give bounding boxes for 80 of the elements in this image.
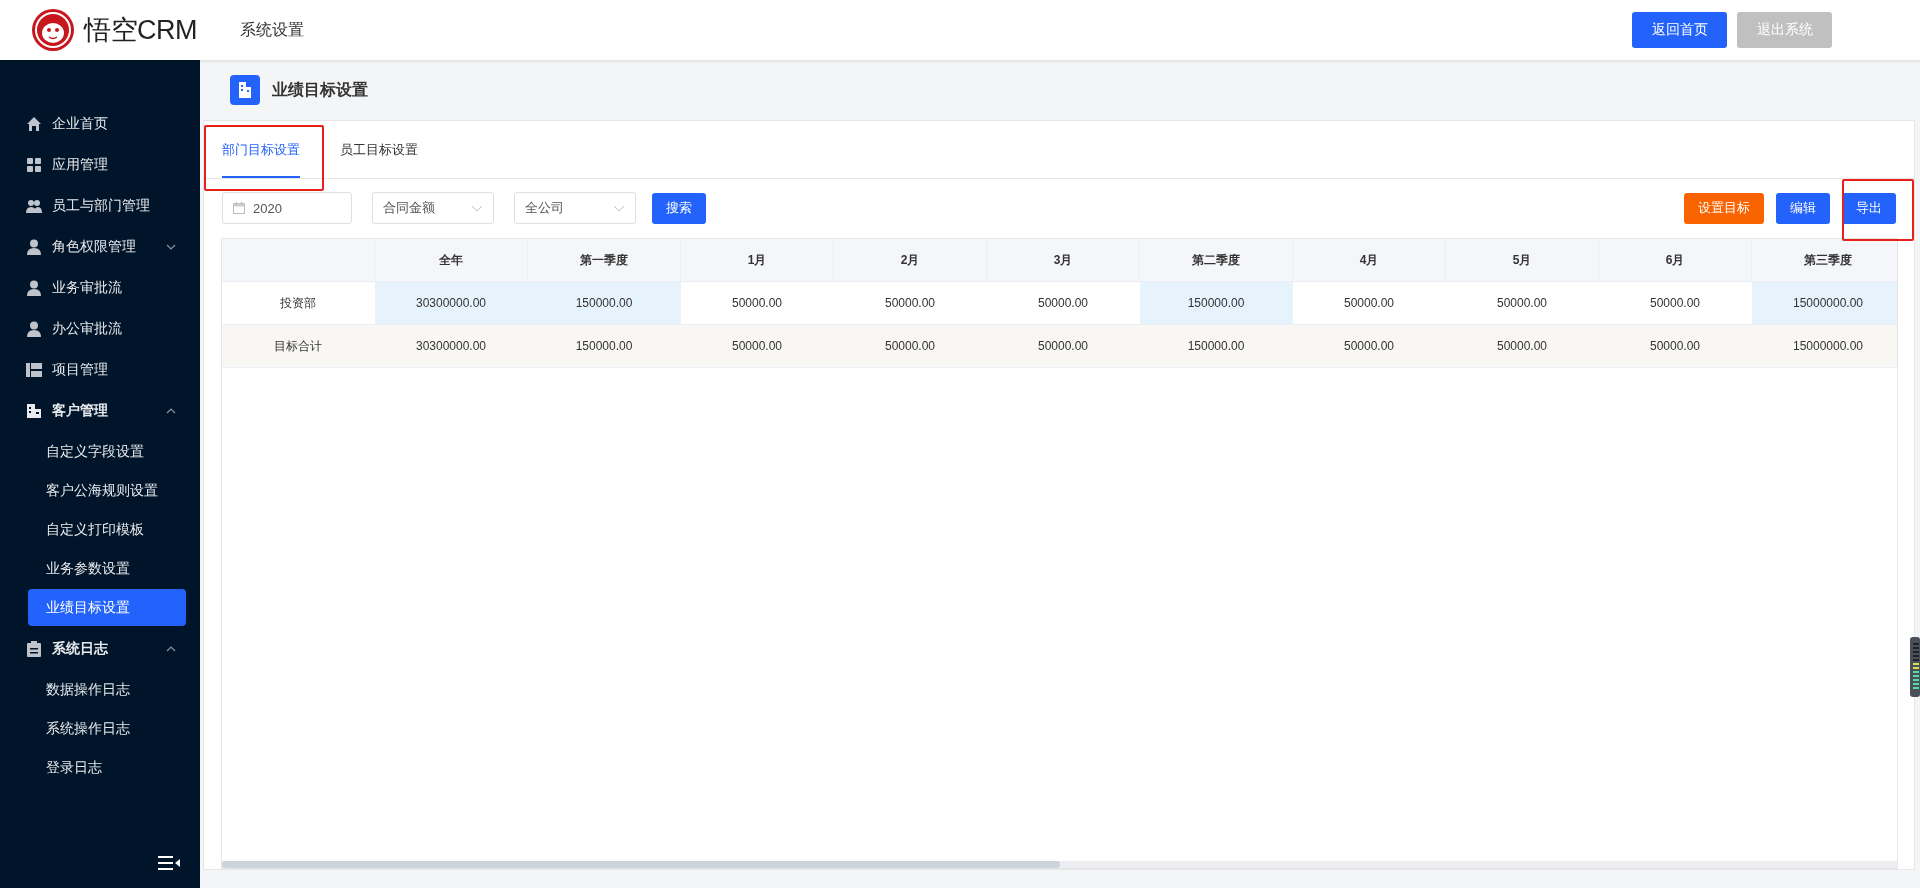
column-header: 6月 — [1598, 239, 1752, 282]
chevron-down-icon — [471, 204, 483, 212]
table-cell: 50000.00 — [1445, 324, 1599, 368]
table-cell: 15000000.00 — [1751, 281, 1897, 325]
calendar-icon — [233, 202, 245, 214]
table-cell: 50000.00 — [986, 281, 1140, 325]
column-header: 第二季度 — [1139, 239, 1293, 282]
action-button[interactable]: 编辑 — [1776, 192, 1830, 224]
submenu-item[interactable]: 自定义字段设置 — [28, 433, 186, 470]
table-cell: 50000.00 — [1292, 324, 1446, 368]
logo-text: 悟空CRM — [84, 14, 197, 47]
page-title: 业绩目标设置 — [272, 79, 368, 100]
user-icon — [26, 320, 41, 337]
menu-item[interactable]: 员工与部门管理 — [0, 185, 200, 226]
building-icon — [25, 402, 42, 419]
table-cell: 150000.00 — [1139, 324, 1293, 368]
submenu-item[interactable]: 业绩目标设置 — [28, 589, 186, 626]
tab[interactable]: 员工目标设置 — [340, 121, 418, 178]
menu-item[interactable]: 角色权限管理 — [0, 226, 200, 267]
menu-item[interactable]: 业务审批流 — [0, 267, 200, 308]
submenu-item[interactable]: 业务参数设置 — [28, 550, 186, 587]
highlight-frame — [1842, 179, 1914, 241]
column-header: 2月 — [833, 239, 987, 282]
level-meter-icon — [1910, 637, 1920, 697]
column-header: 第三季度 — [1751, 239, 1897, 282]
table-cell: 30300000.00 — [374, 324, 528, 368]
grid-icon — [25, 156, 42, 173]
chevron-down-icon — [613, 204, 625, 212]
scrollbar[interactable] — [222, 861, 1897, 868]
column-header: 1月 — [680, 239, 834, 282]
column-header: 5月 — [1445, 239, 1599, 282]
column-header: 全年 — [374, 239, 528, 282]
row-label: 目标合计 — [222, 324, 375, 368]
user-icon — [26, 238, 41, 255]
menu-item[interactable]: 企业首页 — [0, 103, 200, 144]
submenu-item[interactable]: 自定义打印模板 — [28, 511, 186, 548]
column-header: 4月 — [1292, 239, 1446, 282]
column-header: 第一季度 — [527, 239, 681, 282]
menu-item[interactable]: 应用管理 — [0, 144, 200, 185]
home-icon — [25, 115, 42, 132]
table-cell: 50000.00 — [986, 324, 1140, 368]
tab[interactable]: 部门目标设置 — [222, 121, 300, 178]
menu-item[interactable]: 客户管理 — [0, 390, 200, 431]
table-cell: 50000.00 — [1598, 324, 1752, 368]
table-cell: 15000000.00 — [1751, 324, 1897, 368]
menu-item[interactable]: 项目管理 — [0, 349, 200, 390]
submenu-item[interactable]: 系统操作日志 — [28, 710, 186, 747]
table-cell: 150000.00 — [1139, 281, 1293, 325]
table-cell: 50000.00 — [833, 324, 987, 368]
action-button[interactable]: 导出 — [1842, 192, 1896, 224]
column-header: 3月 — [986, 239, 1140, 282]
table-cell: 50000.00 — [833, 281, 987, 325]
table-cell: 50000.00 — [680, 281, 834, 325]
collapse-menu-icon[interactable] — [158, 856, 180, 870]
table-cell: 50000.00 — [1292, 281, 1446, 325]
menu-item[interactable]: 办公审批流 — [0, 308, 200, 349]
monkey-logo-icon — [30, 7, 76, 53]
row-label: 投资部 — [222, 281, 375, 325]
menu-item[interactable]: 系统日志 — [0, 628, 200, 669]
metric-select[interactable]: 合同金额 — [372, 192, 494, 224]
table-cell: 50000.00 — [680, 324, 834, 368]
table-cell: 150000.00 — [527, 324, 681, 368]
table-cell: 150000.00 — [527, 281, 681, 325]
header-button[interactable]: 返回首页 — [1632, 12, 1727, 48]
submenu-item[interactable]: 数据操作日志 — [28, 671, 186, 708]
scrollbar-thumb[interactable] — [222, 861, 1060, 868]
user-icon — [26, 279, 41, 296]
board-icon — [25, 362, 42, 377]
submenu-item[interactable]: 登录日志 — [28, 749, 186, 786]
building-icon — [230, 75, 260, 105]
clipboard-icon — [26, 640, 41, 657]
submenu-item[interactable]: 客户公海规则设置 — [28, 472, 186, 509]
scope-select[interactable]: 全公司 — [514, 192, 636, 224]
year-picker[interactable]: 2020 — [222, 192, 352, 224]
users-icon — [25, 198, 42, 213]
section-title: 系统设置 — [240, 19, 304, 40]
search-button[interactable]: 搜索 — [652, 192, 706, 224]
table-cell: 30300000.00 — [374, 281, 528, 325]
table-cell: 50000.00 — [1598, 281, 1752, 325]
table-cell: 50000.00 — [1445, 281, 1599, 325]
